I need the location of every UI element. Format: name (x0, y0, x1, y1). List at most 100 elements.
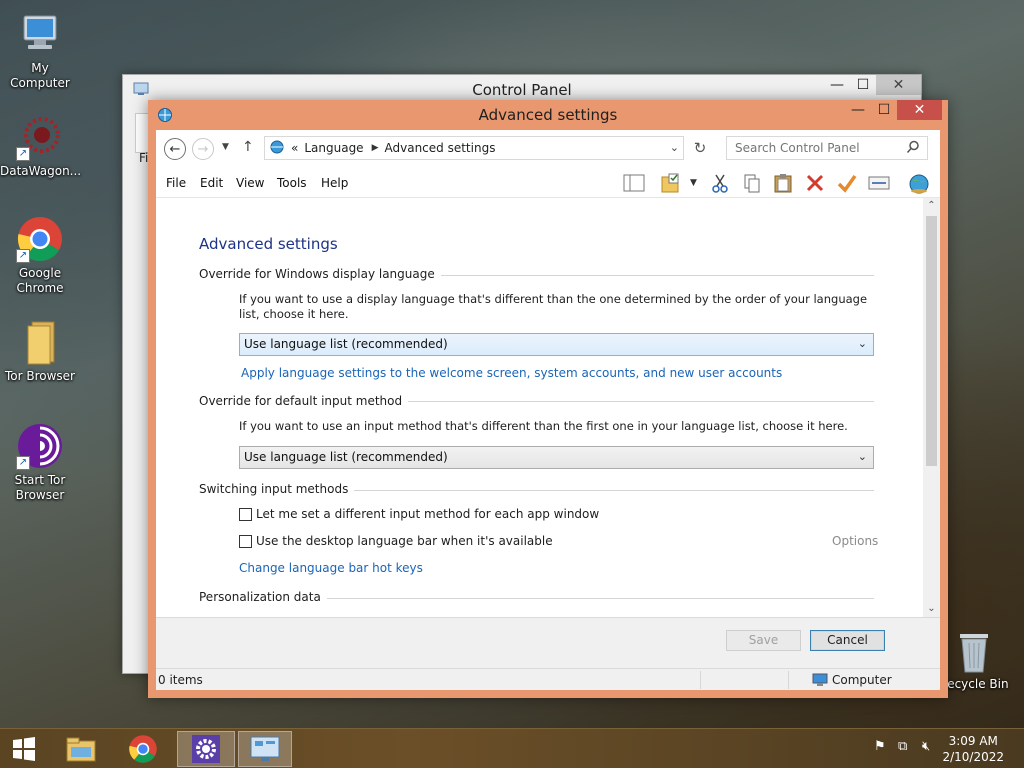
shortcut-arrow-icon: ↗ (16, 456, 30, 470)
scroll-down-icon[interactable]: ⌄ (923, 601, 940, 617)
address-dropdown-icon[interactable]: ⌄ (670, 141, 679, 154)
apply-welcome-screen-link[interactable]: Apply language settings to the welcome s… (241, 366, 782, 380)
change-hot-keys-link[interactable]: Change language bar hot keys (239, 561, 423, 575)
desktop-icon-start-tor-browser[interactable]: ↗ Start Tor Browser (0, 422, 80, 503)
display-language-description: If you want to use a display language th… (239, 292, 868, 321)
maximize-button[interactable]: ☐ (871, 100, 897, 120)
clock-date: 2/10/2022 (942, 750, 1004, 764)
computer-icon (16, 10, 64, 58)
status-bar: 0 items Computer (156, 668, 940, 690)
dialog-button-bar: Save Cancel (156, 617, 940, 668)
datawagon-icon: ↗ (16, 113, 64, 161)
per-app-input-checkbox[interactable] (239, 507, 252, 521)
chevron-down-icon: ⌄ (857, 450, 867, 463)
breadcrumb-separator-icon[interactable]: ▶ (372, 143, 379, 153)
menu-tools[interactable]: Tools (277, 176, 307, 190)
input-method-select[interactable]: Use language list (recommended) ⌄ (239, 446, 874, 469)
close-button[interactable]: ✕ (897, 100, 942, 120)
close-button[interactable]: ✕ (876, 75, 921, 95)
control-panel-title: Control Panel (472, 81, 572, 99)
search-icon[interactable] (906, 140, 920, 154)
control-panel-icon (250, 736, 280, 761)
globe-icon[interactable] (907, 172, 931, 194)
desktop-icon-label: Start Tor Browser (14, 473, 66, 502)
minimize-button[interactable]: — (824, 75, 850, 95)
page-title: Advanced settings (199, 235, 338, 253)
network-icon[interactable]: ⧉ (898, 739, 907, 754)
desktop-icon-datawagon[interactable]: ↗ DataWagon... (0, 113, 82, 179)
chevron-down-icon: ⌄ (857, 337, 867, 350)
section-switching-input: Switching input methods (199, 482, 355, 496)
folder-check-icon[interactable] (660, 172, 684, 194)
taskbar-settings[interactable] (177, 731, 235, 767)
desktop-icon-tor-browser[interactable]: Tor Browser (0, 318, 80, 384)
chrome-icon (129, 735, 157, 763)
section-personalization: Personalization data (199, 590, 327, 604)
desktop-icon-my-computer[interactable]: My Computer (0, 10, 80, 91)
location-globe-icon (269, 140, 285, 157)
computer-small-icon (812, 673, 828, 686)
taskbar-control-panel[interactable] (238, 731, 292, 767)
recent-locations-dropdown[interactable]: ▼ (222, 142, 229, 152)
start-button[interactable] (0, 731, 48, 767)
cancel-button[interactable]: Cancel (810, 630, 885, 651)
breadcrumb-overflow[interactable]: « (291, 141, 298, 155)
settings-content: Advanced settings Override for Windows d… (156, 198, 940, 617)
section-input-method: Override for default input method (199, 394, 409, 408)
status-divider (788, 671, 789, 689)
language-bar-checkbox-row[interactable]: Use the desktop language bar when it's a… (239, 534, 553, 548)
volume-muted-icon[interactable]: 🔇︎ (922, 739, 930, 754)
status-item-count: 0 items (158, 673, 203, 687)
taskbar-chrome[interactable] (116, 731, 170, 767)
copy-icon[interactable] (740, 172, 764, 194)
menu-help[interactable]: Help (321, 176, 348, 190)
cut-icon[interactable] (708, 172, 732, 194)
delete-icon[interactable] (803, 172, 827, 194)
menu-view[interactable]: View (236, 176, 264, 190)
folder-options-dropdown[interactable]: ▼ (690, 178, 697, 188)
advanced-settings-window[interactable]: Advanced settings — ☐ ✕ ← → ▼ ↑ « Langua… (148, 100, 948, 698)
language-bar-label[interactable]: Use the desktop language bar when it's a… (256, 534, 553, 548)
language-bar-checkbox[interactable] (239, 534, 252, 548)
back-button[interactable]: ← (164, 138, 186, 160)
checkmark-icon[interactable] (835, 172, 859, 194)
clock-time: 3:09 AM (948, 734, 998, 748)
input-method-selected: Use language list (recommended) (244, 450, 448, 464)
paste-icon[interactable] (771, 172, 795, 194)
search-input[interactable] (726, 136, 928, 160)
desktop-icon-label: Google Chrome (16, 266, 64, 295)
up-button[interactable]: ↑ (242, 139, 254, 155)
status-location: Computer (812, 673, 892, 687)
address-bar[interactable]: « Language ▶ Advanced settings ⌄ (264, 136, 684, 160)
system-clock[interactable]: 3:09 AM 2/10/2022 (942, 733, 1004, 765)
per-app-input-checkbox-row[interactable]: Let me set a different input method for … (239, 507, 599, 521)
desktop-icon-label: Tor Browser (4, 369, 75, 383)
control-panel-menu-fragment: Fi (139, 151, 149, 165)
breadcrumb-language[interactable]: Language (304, 141, 363, 155)
taskbar-file-explorer[interactable] (54, 731, 108, 767)
maximize-button[interactable]: ☐ (850, 75, 876, 95)
folder-icon (16, 318, 64, 366)
scrollbar-thumb[interactable] (926, 216, 937, 466)
vertical-scrollbar[interactable]: ⌃ ⌄ (923, 198, 940, 617)
properties-icon[interactable] (867, 172, 891, 194)
layout-pane-icon[interactable] (622, 172, 646, 194)
forward-button[interactable]: → (192, 138, 214, 160)
scroll-up-icon[interactable]: ⌃ (923, 198, 940, 214)
display-language-select[interactable]: Use language list (recommended) ⌄ (239, 333, 874, 356)
desktop-icon-label: My Computer (10, 61, 70, 90)
window-titlebar[interactable]: Advanced settings — ☐ ✕ (148, 100, 948, 130)
menu-bar: File Edit View Tools Help ▼ (156, 168, 940, 198)
minimize-button[interactable]: — (845, 100, 871, 120)
save-button[interactable]: Save (726, 630, 801, 651)
refresh-button[interactable]: ↻ (688, 136, 712, 160)
menu-file[interactable]: File (166, 176, 186, 190)
desktop-icon-label: DataWagon... (0, 164, 82, 178)
per-app-input-label[interactable]: Let me set a different input method for … (256, 507, 599, 521)
breadcrumb-advanced-settings[interactable]: Advanced settings (385, 141, 496, 155)
desktop-icon-google-chrome[interactable]: ↗ Google Chrome (0, 215, 80, 296)
shortcut-arrow-icon: ↗ (16, 147, 30, 161)
menu-edit[interactable]: Edit (200, 176, 223, 190)
status-divider (700, 671, 701, 689)
action-center-flag-icon[interactable]: ⚑ (874, 739, 886, 754)
